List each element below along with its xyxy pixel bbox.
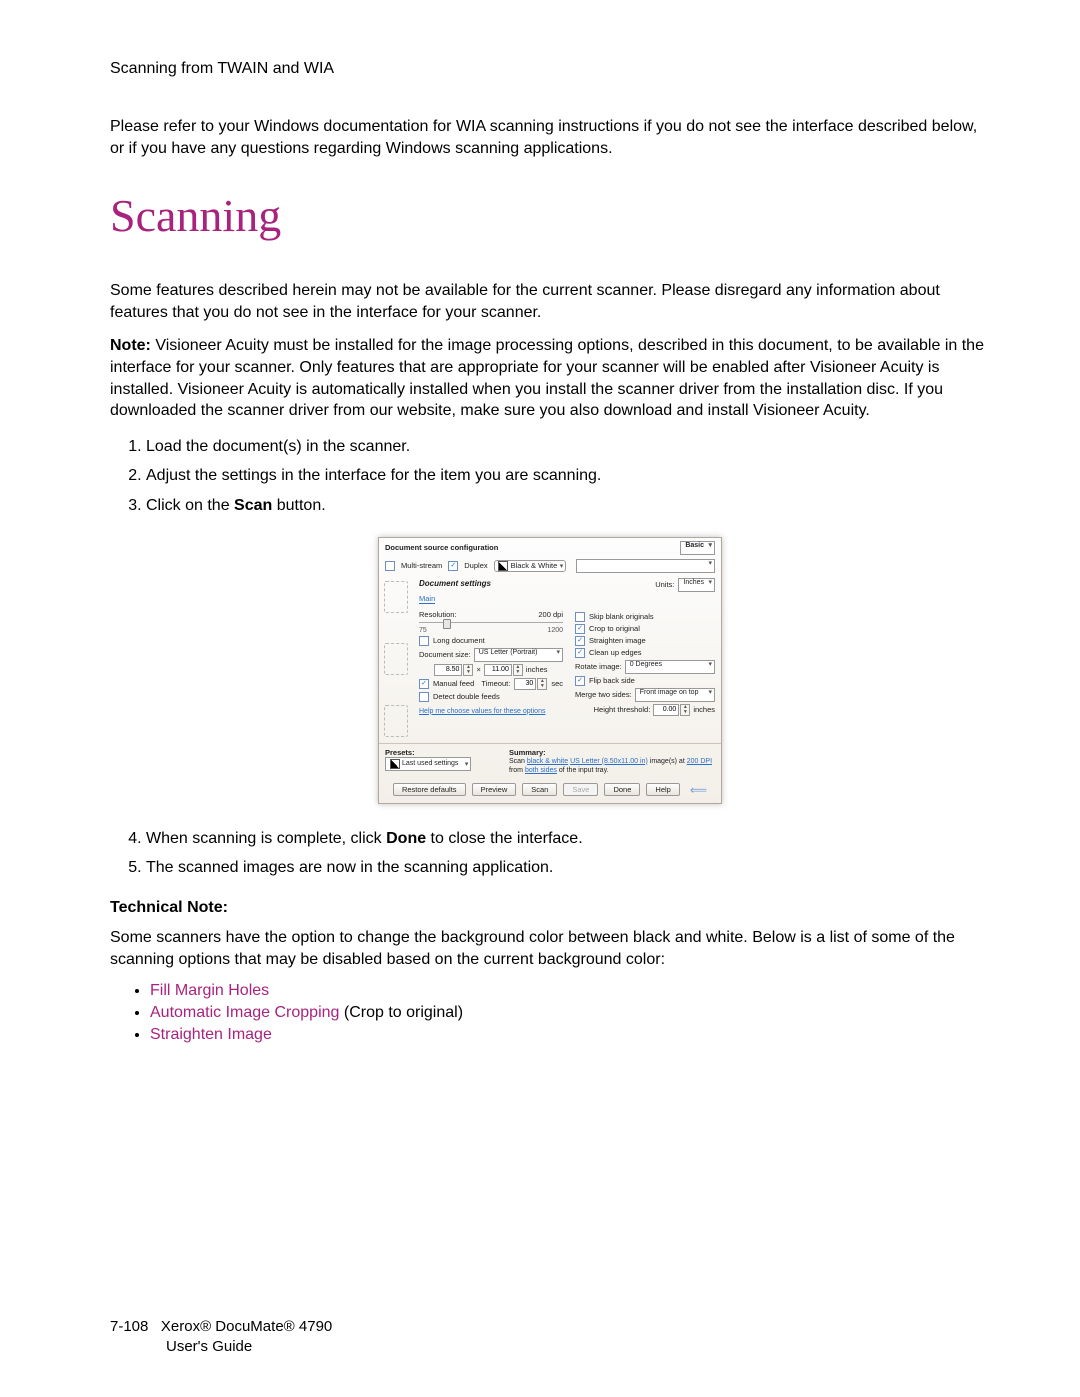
- ht-input[interactable]: [653, 704, 679, 716]
- summary-sides-link[interactable]: both sides: [525, 767, 557, 774]
- driver-icon[interactable]: [384, 705, 408, 737]
- timeout-input[interactable]: [514, 678, 536, 690]
- color-mode-combo[interactable]: Black & White: [494, 560, 567, 572]
- help-button[interactable]: Help: [646, 783, 679, 796]
- footer-line-2: User's Guide: [166, 1337, 252, 1357]
- source-extra-combo[interactable]: [576, 559, 715, 573]
- note-paragraph: Note: Visioneer Acuity must be installed…: [110, 335, 990, 421]
- resolution-label: Resolution:: [419, 610, 457, 619]
- mode-basic-combo[interactable]: Basic: [680, 541, 715, 555]
- summary-label: Summary:: [509, 748, 715, 757]
- doc-w-spin[interactable]: ▲▼: [463, 664, 473, 676]
- doc-h-input[interactable]: [484, 664, 512, 676]
- straighten-checkbox[interactable]: [575, 636, 585, 646]
- doc-h-spin[interactable]: ▲▼: [513, 664, 523, 676]
- section-heading: Scanning: [110, 189, 990, 242]
- presets-label: Presets:: [385, 748, 505, 757]
- page-header: Scanning from TWAIN and WIA: [110, 60, 990, 78]
- multistream-checkbox[interactable]: [385, 561, 395, 571]
- page-footer: 7-108 Xerox® DocuMate® 4790 User's Guide: [110, 1317, 332, 1358]
- preset-swatch-icon: [390, 759, 400, 769]
- long-doc-checkbox[interactable]: [419, 636, 429, 646]
- summary-text: Scan black & white US Letter (8.50x11.00…: [509, 757, 715, 775]
- ht-spin[interactable]: ▲▼: [680, 704, 690, 716]
- duplex-checkbox[interactable]: [448, 561, 458, 571]
- rotate-combo[interactable]: 0 Degrees: [625, 660, 715, 674]
- preview-button[interactable]: Preview: [472, 783, 517, 796]
- page-number: 7-108: [110, 1318, 148, 1335]
- bullet-straighten: Straighten Image: [150, 1026, 272, 1043]
- cleanup-checkbox[interactable]: [575, 648, 585, 658]
- bullet-auto-crop: Automatic Image Cropping: [150, 1004, 339, 1021]
- crop-checkbox[interactable]: [575, 624, 585, 634]
- doc-size-combo[interactable]: US Letter (Portrait): [474, 648, 563, 662]
- multistream-label: Multi-stream: [401, 561, 442, 570]
- note-label: Note:: [110, 337, 151, 354]
- image-icon[interactable]: [384, 643, 408, 675]
- bullet-fill-margin: Fill Margin Holes: [150, 982, 269, 999]
- bw-swatch-icon: [498, 561, 508, 571]
- duplex-label: Duplex: [464, 561, 487, 570]
- step-1: Load the document(s) in the scanner.: [146, 434, 990, 460]
- res-min: 75: [419, 627, 427, 634]
- skip-blank-checkbox[interactable]: [575, 612, 585, 622]
- units-combo[interactable]: Inches: [678, 578, 715, 592]
- doc-icon[interactable]: [384, 581, 408, 613]
- resolution-value: 200 dpi: [538, 610, 563, 619]
- step-5: The scanned images are now in the scanni…: [146, 855, 990, 881]
- note-body: Visioneer Acuity must be installed for t…: [110, 337, 984, 419]
- steps-list-a: Load the document(s) in the scanner. Adj…: [110, 434, 990, 519]
- summary-bw-link[interactable]: black & white: [527, 758, 568, 765]
- timeout-spin[interactable]: ▲▼: [537, 678, 547, 690]
- summary-dpi-link[interactable]: 200 DPI: [687, 758, 712, 765]
- scan-button[interactable]: Scan: [522, 783, 557, 796]
- resolution-slider[interactable]: [419, 622, 563, 623]
- manual-feed-checkbox[interactable]: [419, 679, 429, 689]
- technical-note-paragraph: Some scanners have the option to change …: [110, 927, 990, 970]
- steps-list-b: When scanning is complete, click Done to…: [110, 826, 990, 881]
- detect-df-checkbox[interactable]: [419, 692, 429, 702]
- merge-combo[interactable]: Front image on top: [635, 688, 715, 702]
- flip-checkbox[interactable]: [575, 676, 585, 686]
- step-3: Click on the Scan button.: [146, 493, 990, 519]
- doc-size-label: Document size:: [419, 650, 471, 659]
- step-4: When scanning is complete, click Done to…: [146, 826, 990, 852]
- option-bullets: Fill Margin Holes Automatic Image Croppi…: [110, 982, 990, 1044]
- summary-size-link[interactable]: US Letter (8.50x11.00 in): [570, 758, 648, 765]
- intro-paragraph: Please refer to your Windows documentati…: [110, 116, 990, 159]
- res-max: 1200: [547, 627, 563, 634]
- doc-w-input[interactable]: [434, 664, 462, 676]
- step-2: Adjust the settings in the interface for…: [146, 463, 990, 489]
- done-button[interactable]: Done: [604, 783, 640, 796]
- twain-dialog: Document source configuration Basic Mult…: [378, 537, 722, 804]
- presets-combo[interactable]: Last used settings: [385, 757, 471, 771]
- technical-note-heading: Technical Note:: [110, 899, 990, 917]
- restore-defaults-button[interactable]: Restore defaults: [393, 783, 466, 796]
- units-label: Units:: [655, 580, 674, 589]
- paragraph-1: Some features described herein may not b…: [110, 280, 990, 323]
- side-icon-column: [379, 575, 413, 743]
- footer-line-1: Xerox® DocuMate® 4790: [161, 1318, 332, 1335]
- back-arrow-icon[interactable]: ⟸: [690, 783, 707, 797]
- help-choose-link[interactable]: Help me choose values for these options: [419, 708, 545, 715]
- main-tab[interactable]: Main: [419, 594, 435, 604]
- dialog-title: Document source configuration: [385, 543, 498, 552]
- save-button[interactable]: Save: [563, 783, 598, 796]
